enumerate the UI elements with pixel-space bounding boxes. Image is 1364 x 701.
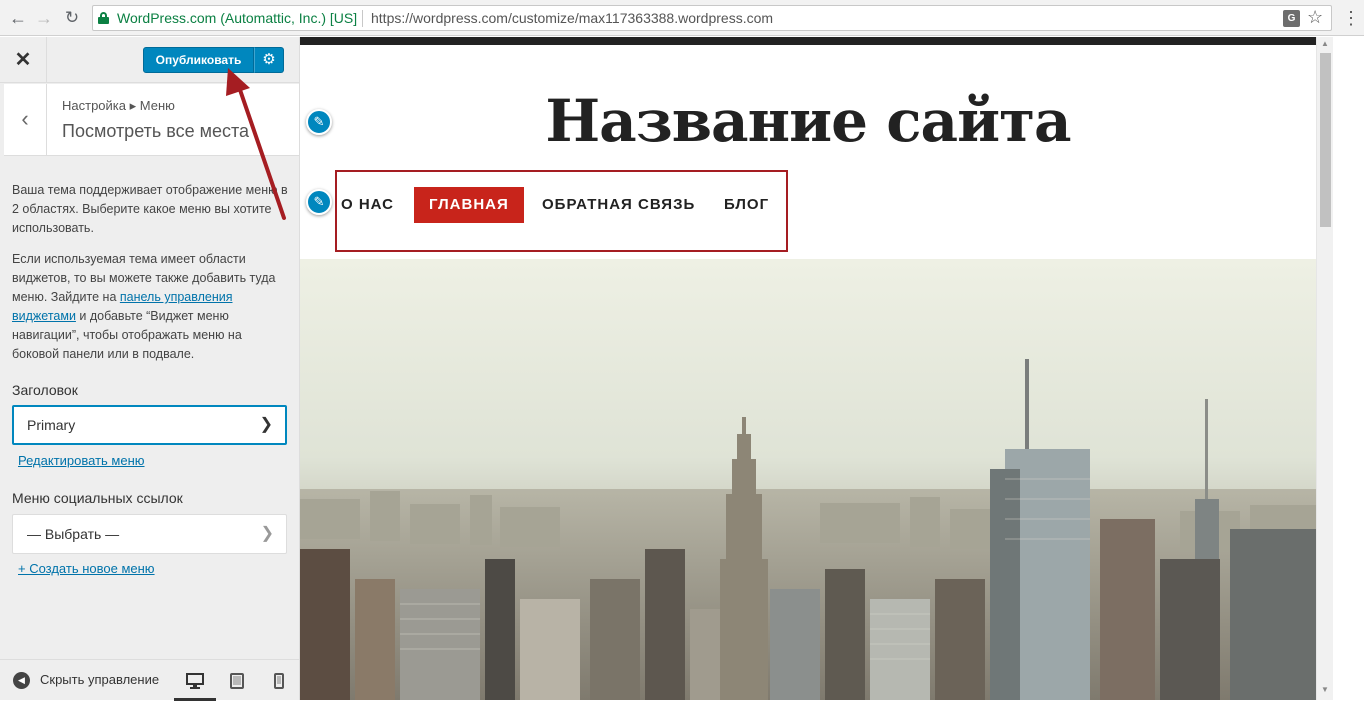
address-bar[interactable]: WordPress.com (Automattic, Inc.) [US] ht…	[92, 5, 1332, 31]
description-1: Ваша тема поддерживает отображение меню …	[12, 183, 288, 235]
menu-item-home[interactable]: ГЛАВНАЯ	[414, 187, 524, 223]
mobile-icon[interactable]	[258, 667, 300, 701]
section-title: Посмотреть все места	[62, 121, 250, 141]
desktop-icon[interactable]	[174, 667, 216, 701]
back-arrow-icon[interactable]: ←	[6, 6, 30, 30]
lock-icon	[98, 12, 109, 24]
scrollbar-thumb[interactable]	[1320, 53, 1331, 227]
customizer-sidebar: ✕ Опубликовать ⚙ ‹ Настройка ▸ Меню Посм…	[0, 37, 300, 701]
hero-city-image	[300, 259, 1316, 700]
close-icon[interactable]: ✕	[0, 37, 47, 83]
hide-controls-icon[interactable]: ◀	[13, 672, 30, 689]
gear-icon[interactable]: ⚙	[254, 47, 284, 73]
chevron-left-icon[interactable]: ‹	[0, 84, 47, 156]
star-icon[interactable]: ☆	[1307, 7, 1323, 28]
browser-toolbar: ← → ↻ WordPress.com (Automattic, Inc.) […	[0, 0, 1364, 36]
preview-topbar	[300, 37, 1316, 45]
menu-item-blog[interactable]: БЛОГ	[724, 187, 769, 223]
description-2: Если используемая тема имеет области вид…	[12, 252, 276, 361]
menu-item-contact[interactable]: ОБРАТНАЯ СВЯЗЬ	[542, 187, 695, 223]
chevron-down-icon: ❯	[259, 416, 273, 433]
header-menu-select[interactable]: Primary ❯	[12, 405, 287, 445]
breadcrumb: Настройка ▸ Меню	[62, 98, 175, 113]
sidebar-header: ✕ Опубликовать ⚙	[0, 37, 299, 83]
translate-icon[interactable]: G	[1283, 10, 1300, 27]
pencil-icon[interactable]: ✎	[306, 189, 332, 215]
social-menu-select[interactable]: — Выбрать — ❯	[12, 514, 287, 554]
pencil-icon[interactable]: ✎	[306, 109, 332, 135]
sidebar-footer: ◀ Скрыть управление	[0, 659, 300, 701]
publish-button[interactable]: Опубликовать	[143, 47, 254, 73]
preview-scrollbar[interactable]: ▲ ▼	[1316, 37, 1333, 700]
site-preview: Название сайта ✎ ✎ О НАС ГЛАВНАЯ ОБРАТНА…	[300, 37, 1316, 700]
edit-menu-link[interactable]: Редактировать меню	[18, 453, 145, 468]
reload-icon[interactable]: ↻	[60, 6, 84, 30]
forward-arrow-icon[interactable]: →	[32, 6, 56, 30]
social-menu-label: Меню социальных ссылок	[12, 490, 183, 506]
hide-controls-button[interactable]: Скрыть управление	[40, 672, 159, 687]
site-title[interactable]: Название сайта	[300, 87, 1316, 155]
chevron-down-icon: ❯	[260, 525, 274, 542]
tablet-icon[interactable]	[216, 667, 258, 701]
site-identity: WordPress.com (Automattic, Inc.) [US]	[117, 10, 358, 26]
menu-item-about[interactable]: О НАС	[341, 187, 394, 223]
create-menu-link[interactable]: + Создать новое меню	[18, 561, 155, 576]
header-location-label: Заголовок	[12, 382, 78, 398]
section-header: ‹ Настройка ▸ Меню Посмотреть все места	[0, 84, 299, 156]
url-text[interactable]: https://wordpress.com/customize/max11736…	[371, 10, 773, 26]
menu-dots-icon[interactable]: ⋮	[1342, 6, 1360, 30]
